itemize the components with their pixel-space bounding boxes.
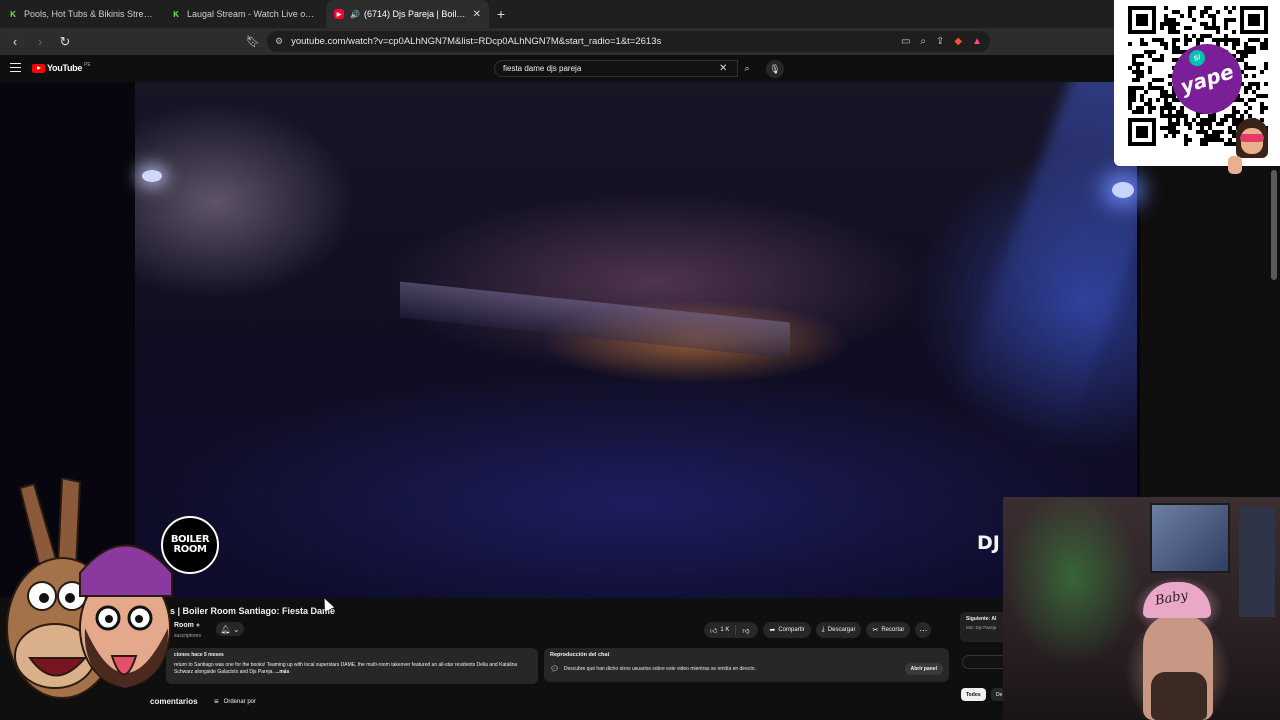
tab-laugal-stream[interactable]: K Laugal Stream - Watch Live on Kick: [163, 0, 326, 28]
streamer-cap: Baby: [1143, 582, 1211, 618]
chat-replay-row: 💬︎ Descubre qué han dicho otros usuarios…: [550, 663, 943, 675]
download-label: Descargar: [827, 627, 856, 633]
forward-arrow-icon[interactable]: ›: [30, 32, 50, 52]
avatar-peace-hand: [1228, 156, 1242, 174]
tab-title: Laugal Stream - Watch Live on Kick: [187, 9, 318, 19]
page-scrollbar[interactable]: [1271, 170, 1277, 280]
like-button[interactable]: 👍︎ 1 K: [704, 622, 735, 638]
address-bar[interactable]: ⚙ youtube.com/watch?v=cp0ALhNGN7M&list=R…: [267, 31, 990, 52]
open-panel-button[interactable]: Abrir panel: [904, 663, 943, 675]
brave-rewards-icon[interactable]: ▲: [972, 36, 982, 47]
description-text: return to Santiago was one for the books…: [174, 662, 530, 676]
clip-label: Recortar: [881, 627, 905, 633]
youtube-icon: ▶: [334, 9, 344, 19]
cast-icon[interactable]: ▭: [901, 36, 910, 47]
description-box[interactable]: ciones hace 5 meses return to Santiago w…: [166, 648, 538, 684]
kick-icon: K: [8, 9, 18, 19]
microphone-icon[interactable]: 🎙︎: [766, 60, 784, 78]
show-more-link[interactable]: ...más: [275, 669, 289, 675]
video-actions: 👍︎ 1 K 👎︎ ➦ Compartir ⤓ Descargar ✂ Recortar…: [704, 622, 932, 638]
share-icon[interactable]: ⇪: [936, 36, 944, 47]
site-info-icon[interactable]: ⚙: [275, 36, 283, 47]
tab-title: Pools, Hot Tubs & Bikinis Streaming: [24, 9, 155, 19]
video-frame[interactable]: [135, 82, 1137, 598]
bell-icon: 🔔︎: [220, 624, 231, 634]
stage-light: [142, 170, 162, 182]
thumbs-up-icon: 👍︎: [710, 627, 718, 635]
sort-comments-button[interactable]: ≡ Ordenar por: [214, 697, 256, 706]
video-overlay-text: DJ: [977, 532, 1000, 554]
yape-logo-text: yape: [1177, 59, 1237, 99]
streamer-avatar-sticker: [1228, 118, 1272, 176]
speaker-icon[interactable]: 🔊: [350, 10, 360, 19]
up-next-card[interactable]: Siguiente: Al Mix: Djs Pareja: [960, 612, 1004, 642]
share-label: Compartir: [778, 627, 805, 633]
chat-filter-input[interactable]: [962, 655, 1004, 669]
video-title: s | Boiler Room Santiago: Fiesta Dame: [170, 606, 336, 616]
stage-light: [1112, 182, 1134, 198]
kick-icon: K: [171, 9, 181, 19]
youtube-logo-text: YouTube: [47, 63, 83, 73]
share-button[interactable]: ➦ Compartir: [763, 622, 811, 638]
tab-title: (6714) Djs Pareja | Boiler Room: [363, 9, 469, 19]
browser-tab-strip: K Pools, Hot Tubs & Bikinis Streaming K …: [0, 0, 1280, 28]
wall-poster: [1150, 503, 1230, 573]
close-tab-icon[interactable]: ✕: [473, 9, 481, 20]
view-date-meta: ciones hace 5 meses: [174, 652, 224, 658]
address-bar-area: 🔖︎ ⚙ youtube.com/watch?v=cp0ALhNGN7M&lis…: [245, 31, 990, 52]
tab-youtube-djs-pareja[interactable]: ▶ 🔊 (6714) Djs Pareja | Boiler Room ✕: [326, 0, 489, 28]
streamer-beard: [1151, 672, 1207, 720]
sort-icon: ≡: [214, 697, 219, 706]
up-next-subtitle: Mix: Djs Pareja: [966, 625, 997, 630]
new-tab-button[interactable]: +: [489, 0, 513, 28]
youtube-masthead: YouTube PE fiesta dame djs pareja ✕ ⌕ 🎙︎: [0, 55, 1120, 82]
more-actions-button[interactable]: ⋯: [915, 622, 932, 638]
back-arrow-icon[interactable]: ‹: [5, 32, 25, 52]
share-arrow-icon: ➦: [769, 627, 776, 634]
thumbs-down-icon: 👎︎: [742, 627, 750, 635]
reload-icon[interactable]: ↻: [55, 32, 75, 52]
youtube-country-code: PE: [84, 62, 91, 68]
screen: K Pools, Hot Tubs & Bikinis Streaming K …: [0, 0, 1280, 720]
like-dislike-group: 👍︎ 1 K 👎︎: [704, 622, 759, 638]
dislike-button[interactable]: 👎︎: [736, 622, 758, 638]
clip-button[interactable]: ✂ Recortar: [866, 622, 911, 638]
dj-booth: [400, 281, 790, 359]
url-text[interactable]: youtube.com/watch?v=cp0ALhNGN7M&list=RDc…: [291, 36, 891, 47]
scissors-icon: ✂: [872, 627, 879, 634]
download-icon: ⤓: [821, 626, 825, 633]
sort-label: Ordenar por: [223, 698, 257, 705]
wall-frame: [1239, 507, 1275, 617]
stage-light-beam: [953, 82, 1137, 442]
zoom-icon[interactable]: ⌕: [920, 36, 926, 47]
sol-currency-badge: S/: [1186, 47, 1208, 69]
hamburger-menu-icon[interactable]: [10, 63, 21, 72]
notification-bell-button[interactable]: 🔔︎ ⌄: [216, 622, 244, 636]
chevron-down-icon: ⌄: [232, 624, 240, 634]
donkey-mascot-overlay: [6, 478, 173, 699]
browser-toolbar: ‹ › ↻ 🔖︎ ⚙ youtube.com/watch?v=cp0ALhNGN…: [0, 28, 1280, 55]
search-icon[interactable]: ⌕: [738, 60, 756, 77]
tab-pools-streaming[interactable]: K Pools, Hot Tubs & Bikinis Streaming: [0, 0, 163, 28]
avatar-glasses: [1240, 134, 1264, 142]
youtube-logo[interactable]: YouTube PE: [32, 62, 91, 73]
download-button[interactable]: ⤓ Descargar: [815, 622, 862, 638]
youtube-play-icon: [32, 63, 45, 73]
like-count: 1 K: [720, 627, 730, 633]
verified-icon: ●: [195, 622, 201, 629]
chat-bubble-icon: 💬︎: [550, 666, 559, 673]
streamer-webcam: Baby: [1003, 497, 1280, 720]
clear-search-icon[interactable]: ✕: [719, 63, 727, 74]
description-body: return to Santiago was one for the books…: [174, 662, 518, 675]
chat-replay-text: Descubre qué han dicho otros usuarios so…: [563, 666, 756, 672]
brave-shield-icon[interactable]: ◆: [954, 36, 962, 47]
up-next-label: Siguiente: Al: [966, 616, 997, 622]
bookmark-icon[interactable]: 🔖︎: [245, 35, 261, 48]
search-input[interactable]: fiesta dame djs pareja: [494, 60, 738, 77]
chip-todos[interactable]: Todos: [961, 688, 986, 701]
chat-replay-card: Reproducción del chat 💬︎ Descubre qué ha…: [544, 648, 949, 682]
chat-replay-heading: Reproducción del chat: [550, 652, 610, 658]
